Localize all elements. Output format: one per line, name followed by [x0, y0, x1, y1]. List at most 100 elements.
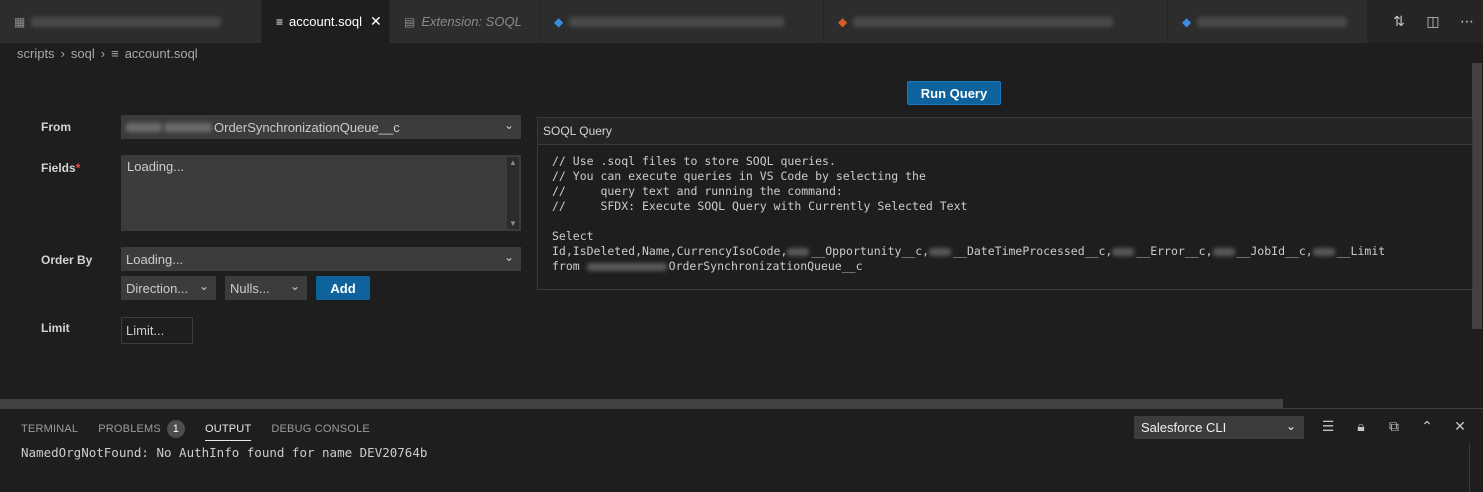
- chevron-up-icon[interactable]: ⌃: [1419, 418, 1435, 434]
- fields-label: Fields*: [41, 161, 80, 175]
- tab-terminal[interactable]: TERMINAL: [21, 417, 78, 441]
- tab-debug-console[interactable]: DEBUG CONSOLE: [271, 417, 370, 441]
- tab-blurred-1[interactable]: ▦: [0, 0, 262, 43]
- comment-line: // query text and running the command:: [552, 184, 843, 198]
- file-icon: ◆: [838, 14, 848, 29]
- chevron-down-icon: ⌄: [503, 250, 514, 264]
- lines-file-icon: ≡: [111, 45, 119, 61]
- blurred-text: [164, 122, 212, 132]
- chevron-down-icon: ⌄: [198, 279, 209, 293]
- field-limit: __Limit: [1336, 244, 1386, 258]
- close-icon[interactable]: ✕: [1452, 418, 1468, 434]
- tab-problems-label: PROBLEMS: [98, 423, 161, 435]
- tab-extension-soql[interactable]: ▤ Extension: SOQL: [390, 0, 540, 43]
- from-object: OrderSynchronizationQueue__c: [668, 259, 863, 273]
- from-line: from OrderSynchronizationQueue__c: [552, 259, 1458, 274]
- breadcrumb-item[interactable]: account.soql: [125, 46, 198, 61]
- blurred-tab-label: [31, 16, 222, 27]
- blurred-tab-label: [1197, 16, 1348, 27]
- field-error: __Error__c,: [1136, 244, 1213, 258]
- from-keyword: from: [552, 259, 580, 273]
- soql-query-text[interactable]: // Use .soql files to store SOQL queries…: [538, 145, 1472, 283]
- field-opportunity: __Opportunity__c,: [811, 244, 930, 258]
- required-marker: *: [75, 161, 81, 175]
- limit-label: Limit: [41, 321, 70, 335]
- comment-line: // Use .soql files to store SOQL queries…: [552, 154, 836, 168]
- direction-value: Direction...: [126, 280, 189, 296]
- output-channel-select[interactable]: Salesforce CLI ⌄: [1134, 416, 1304, 439]
- select-keyword: Select: [552, 229, 594, 243]
- file-icon: ▦: [14, 14, 26, 29]
- tab-problems[interactable]: PROBLEMS 1: [98, 417, 185, 441]
- chevron-right-icon: ›: [100, 45, 106, 61]
- from-select-value: OrderSynchronizationQueue__c: [214, 119, 400, 135]
- output-text: NamedOrgNotFound: No AuthInfo found for …: [21, 445, 428, 460]
- fields-scrollbar[interactable]: ▲ ▼: [507, 157, 519, 229]
- lines-file-icon: ≡: [276, 14, 284, 29]
- blurred-text: [1212, 247, 1235, 256]
- chevron-down-icon: ⌄: [503, 118, 514, 132]
- blurred-text: [126, 122, 162, 132]
- field-jobid: __JobId__c,: [1236, 244, 1313, 258]
- soql-query-title: SOQL Query: [538, 118, 1472, 145]
- horizontal-scrollbar[interactable]: [0, 399, 1283, 408]
- lock-icon[interactable]: 🔒︎: [1353, 418, 1369, 434]
- fields-value: Loading...: [127, 159, 185, 174]
- limit-input[interactable]: Limit...: [121, 317, 193, 344]
- comment-line: // You can execute queries in VS Code by…: [552, 169, 926, 183]
- output-channel-value: Salesforce CLI: [1141, 420, 1227, 435]
- blurred-text: [1112, 247, 1135, 256]
- nulls-value: Nulls...: [230, 280, 270, 296]
- extension-icon: ▤: [404, 14, 416, 29]
- tab-actions: ⇅ ◫ ⋯: [1391, 0, 1475, 43]
- nulls-select[interactable]: Nulls... ⌄: [225, 276, 307, 300]
- blurred-text: [929, 247, 952, 256]
- chevron-down-icon: ⌄: [1285, 419, 1296, 433]
- add-order-button[interactable]: Add: [316, 276, 370, 300]
- tab-label: account.soql: [289, 14, 363, 29]
- tab-label: Extension: SOQL: [421, 14, 522, 29]
- from-select[interactable]: OrderSynchronizationQueue__c ⌄: [121, 115, 521, 139]
- soql-builder: Run Query From OrderSynchronizationQueue…: [0, 63, 1483, 408]
- panel-tabs: TERMINAL PROBLEMS 1 OUTPUT DEBUG CONSOLE: [21, 417, 370, 441]
- run-query-button[interactable]: Run Query: [907, 81, 1001, 105]
- blurred-text: [787, 247, 810, 256]
- field-datetime: __DateTimeProcessed__c,: [953, 244, 1113, 258]
- editor-tab-bar: ▦ ≡ account.soql ✕ ▤ Extension: SOQL ◆ ◆…: [0, 0, 1483, 43]
- fields-label-text: Fields: [41, 161, 76, 175]
- order-by-label: Order By: [41, 253, 93, 267]
- split-editor-icon[interactable]: ◫: [1425, 13, 1441, 30]
- copy-icon[interactable]: ⧉: [1386, 418, 1402, 434]
- order-by-select[interactable]: Loading... ⌄: [121, 247, 521, 271]
- compare-changes-icon[interactable]: ⇅: [1391, 13, 1407, 30]
- clear-output-icon[interactable]: ☰: [1320, 418, 1336, 434]
- breadcrumb-item[interactable]: soql: [71, 46, 95, 61]
- tab-blurred-3[interactable]: ◆: [824, 0, 1168, 43]
- problems-count-badge: 1: [166, 420, 185, 438]
- panel-actions: ☰ 🔒︎ ⧉ ⌃ ✕: [1320, 418, 1468, 434]
- close-icon[interactable]: ✕: [370, 13, 382, 30]
- order-by-value: Loading...: [126, 251, 184, 267]
- select-fields-line: Id,IsDeleted,Name,CurrencyIsoCode, __Oppo…: [552, 244, 1458, 259]
- more-actions-icon[interactable]: ⋯: [1459, 13, 1475, 30]
- scroll-down-icon[interactable]: ▼: [509, 219, 517, 228]
- blurred-text: [586, 262, 667, 271]
- panel-scrollbar[interactable]: [1469, 443, 1481, 492]
- tab-blurred-2[interactable]: ◆: [540, 0, 824, 43]
- blurred-tab-label: [853, 16, 1114, 27]
- bottom-panel: TERMINAL PROBLEMS 1 OUTPUT DEBUG CONSOLE…: [0, 408, 1483, 492]
- file-icon: ◆: [1182, 14, 1192, 29]
- fields-multiselect[interactable]: Loading... ▲ ▼: [121, 155, 521, 231]
- blurred-tab-label: [569, 16, 785, 27]
- chevron-down-icon: ⌄: [289, 279, 300, 293]
- direction-select[interactable]: Direction... ⌄: [121, 276, 216, 300]
- fields-prefix: Id,IsDeleted,Name,CurrencyIsoCode,: [552, 244, 788, 258]
- tab-output[interactable]: OUTPUT: [204, 417, 252, 441]
- scroll-up-icon[interactable]: ▲: [509, 158, 517, 167]
- breadcrumb-item[interactable]: scripts: [17, 46, 55, 61]
- tab-account-soql[interactable]: ≡ account.soql ✕: [262, 0, 390, 43]
- tab-blurred-4[interactable]: ◆: [1168, 0, 1368, 43]
- chevron-right-icon: ›: [60, 45, 65, 61]
- blurred-text: [1312, 247, 1335, 256]
- vertical-scrollbar[interactable]: [1472, 63, 1482, 329]
